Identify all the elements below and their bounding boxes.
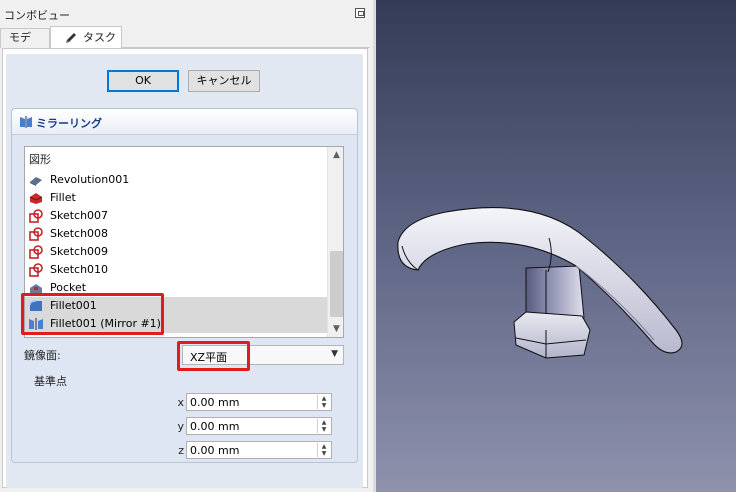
- sketch-icon: [29, 209, 43, 223]
- combo-view-titlebar: コンボビュー: [0, 6, 370, 22]
- list-item[interactable]: Sketch007: [25, 207, 327, 225]
- scroll-up-icon[interactable]: ▲: [328, 147, 343, 163]
- list-header: 図形: [29, 153, 51, 166]
- list-item-selected[interactable]: Fillet001: [25, 297, 327, 315]
- combo-view-title: コンボビュー: [4, 9, 70, 22]
- list-item-selected[interactable]: Fillet001 (Mirror #1): [25, 315, 327, 333]
- list-item-label: Fillet001 (Mirror #1): [50, 317, 161, 330]
- mirror-plane-value: XZ平面: [190, 351, 228, 364]
- 3d-model: [397, 207, 683, 359]
- list-item-label: Sketch008: [50, 227, 109, 240]
- scroll-thumb[interactable]: [330, 251, 343, 317]
- y-field[interactable]: 0.00 mm ▲ ▼: [186, 417, 332, 435]
- sketch-icon: [29, 263, 43, 277]
- list-item[interactable]: Pocket: [25, 279, 327, 297]
- axis-label-z: z: [178, 444, 184, 457]
- mirror-panel-header[interactable]: ミラーリング: [12, 109, 357, 135]
- list-item-label: Revolution001: [50, 173, 130, 186]
- mirror-icon: [29, 318, 43, 330]
- list-item-label: Fillet001: [50, 299, 97, 312]
- axis-label-x: x: [177, 396, 184, 409]
- list-item-label: Fillet: [50, 191, 76, 204]
- mirror-panel-title: ミラーリング: [36, 117, 102, 130]
- pocket-icon: [30, 284, 42, 294]
- spin-down-icon[interactable]: ▼: [318, 402, 330, 409]
- x-value: 0.00 mm: [190, 396, 240, 409]
- top-border: [0, 0, 370, 4]
- list-item[interactable]: Fillet: [25, 189, 327, 207]
- pencil-icon: [66, 33, 76, 43]
- cancel-button[interactable]: キャンセル: [188, 70, 260, 92]
- x-field[interactable]: 0.00 mm ▲ ▼: [186, 393, 332, 411]
- list-item-label: Sketch007: [50, 209, 109, 222]
- sketch-icon: [29, 245, 43, 259]
- mirror-plane-label: 鏡像面:: [24, 349, 61, 362]
- base-point-group: 基準点 x 0.00 mm ▲ ▼ y 0.00 mm ▲ ▼ z 0.00 mm …: [24, 373, 340, 459]
- y-value: 0.00 mm: [190, 420, 240, 433]
- tab-task[interactable]: タスク: [50, 26, 122, 49]
- coord-row-z: z 0.00 mm ▲ ▼: [172, 441, 344, 459]
- feature-list[interactable]: 図形 Revolution001 Fillet Sketch007 Sketch…: [24, 146, 344, 338]
- 3d-viewport[interactable]: [373, 0, 736, 492]
- fillet-icon: [29, 193, 43, 204]
- list-scrollbar[interactable]: ▲ ▼: [327, 147, 343, 337]
- float-panel-icon[interactable]: [355, 8, 365, 18]
- ok-button[interactable]: OK: [107, 70, 179, 92]
- spin-up-icon[interactable]: ▲: [318, 443, 330, 450]
- combo-view-panel: コンボビュー モデル タスク OK キャンセル ミラーリング: [0, 0, 370, 492]
- z-value: 0.00 mm: [190, 444, 240, 457]
- coord-row-x: x 0.00 mm ▲ ▼: [172, 393, 344, 411]
- list-item[interactable]: Sketch008: [25, 225, 327, 243]
- scroll-down-icon[interactable]: ▼: [328, 321, 343, 337]
- list-item-label: Pocket: [50, 281, 87, 294]
- y-spinner[interactable]: ▲ ▼: [317, 419, 330, 433]
- tab-task-label: タスク: [83, 31, 116, 44]
- mirror-plane-select[interactable]: XZ平面 ▼: [182, 345, 344, 365]
- sketch-icon: [29, 227, 43, 241]
- spin-down-icon[interactable]: ▼: [318, 450, 330, 457]
- x-spinner[interactable]: ▲ ▼: [317, 395, 330, 409]
- base-point-title: 基準点: [34, 375, 67, 388]
- spin-down-icon[interactable]: ▼: [318, 426, 330, 433]
- axis-label-y: y: [177, 420, 184, 433]
- base-shape: [513, 311, 591, 359]
- list-item[interactable]: Revolution001: [25, 171, 327, 189]
- spin-up-icon[interactable]: ▲: [318, 419, 330, 426]
- coord-row-y: y 0.00 mm ▲ ▼: [172, 417, 344, 435]
- revolution-icon: [30, 177, 42, 186]
- combo-tabs: モデル タスク: [0, 26, 370, 62]
- list-item-label: Sketch010: [50, 263, 109, 276]
- z-field[interactable]: 0.00 mm ▲ ▼: [186, 441, 332, 459]
- fillet-icon: [29, 300, 42, 311]
- mirror-icon: [20, 116, 32, 128]
- spin-up-icon[interactable]: ▲: [318, 395, 330, 402]
- list-item[interactable]: Sketch009: [25, 243, 327, 261]
- list-item[interactable]: Sketch010: [25, 261, 327, 279]
- z-spinner[interactable]: ▲ ▼: [317, 443, 330, 457]
- list-item-label: Sketch009: [50, 245, 109, 258]
- chevron-down-icon: ▼: [331, 349, 338, 359]
- tab-model[interactable]: モデル: [0, 28, 50, 62]
